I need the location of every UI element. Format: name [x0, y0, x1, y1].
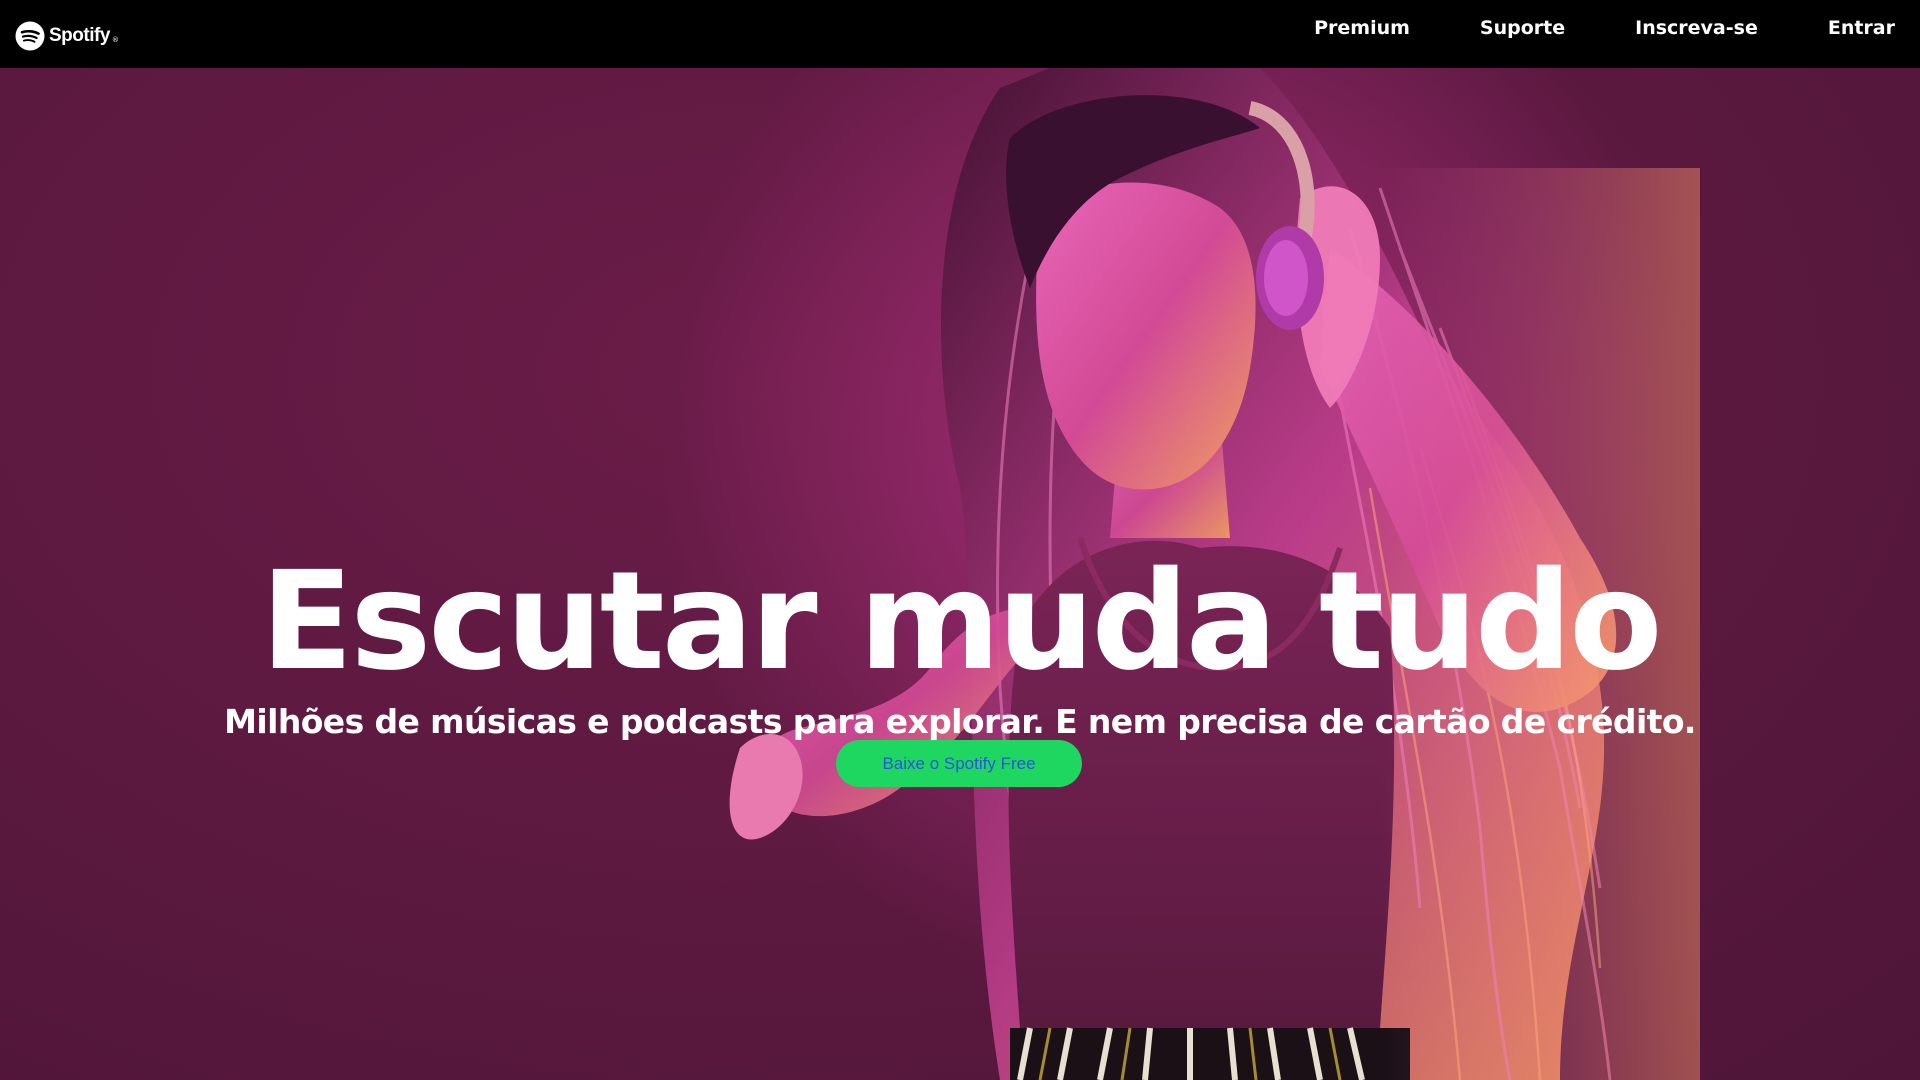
hero-section: Escutar muda tudo Milhões de músicas e p… — [0, 68, 1920, 1080]
spotify-home-page: Spotify ® Premium Suporte Inscreva-se En… — [0, 0, 1920, 1080]
spotify-logo[interactable]: Spotify ® — [15, 20, 121, 52]
hero-subtitle: Milhões de músicas e podcasts para explo… — [224, 702, 1696, 741]
nav-item-inscreva-se[interactable]: Inscreva-se — [1635, 17, 1758, 39]
hero-title: Escutar muda tudo — [260, 543, 1662, 702]
nav-item-premium[interactable]: Premium — [1314, 17, 1410, 39]
top-navbar: Spotify ® Premium Suporte Inscreva-se En… — [0, 0, 1920, 68]
logo-trademark: ® — [111, 36, 119, 44]
download-spotify-free-button[interactable]: Baixe o Spotify Free — [836, 740, 1082, 787]
nav-item-entrar[interactable]: Entrar — [1828, 17, 1895, 39]
spotify-icon — [15, 21, 45, 51]
nav-item-suporte[interactable]: Suporte — [1480, 17, 1565, 39]
logo-wordmark: Spotify — [49, 25, 110, 46]
main-nav: Premium Suporte Inscreva-se Entrar — [1270, 0, 1920, 56]
